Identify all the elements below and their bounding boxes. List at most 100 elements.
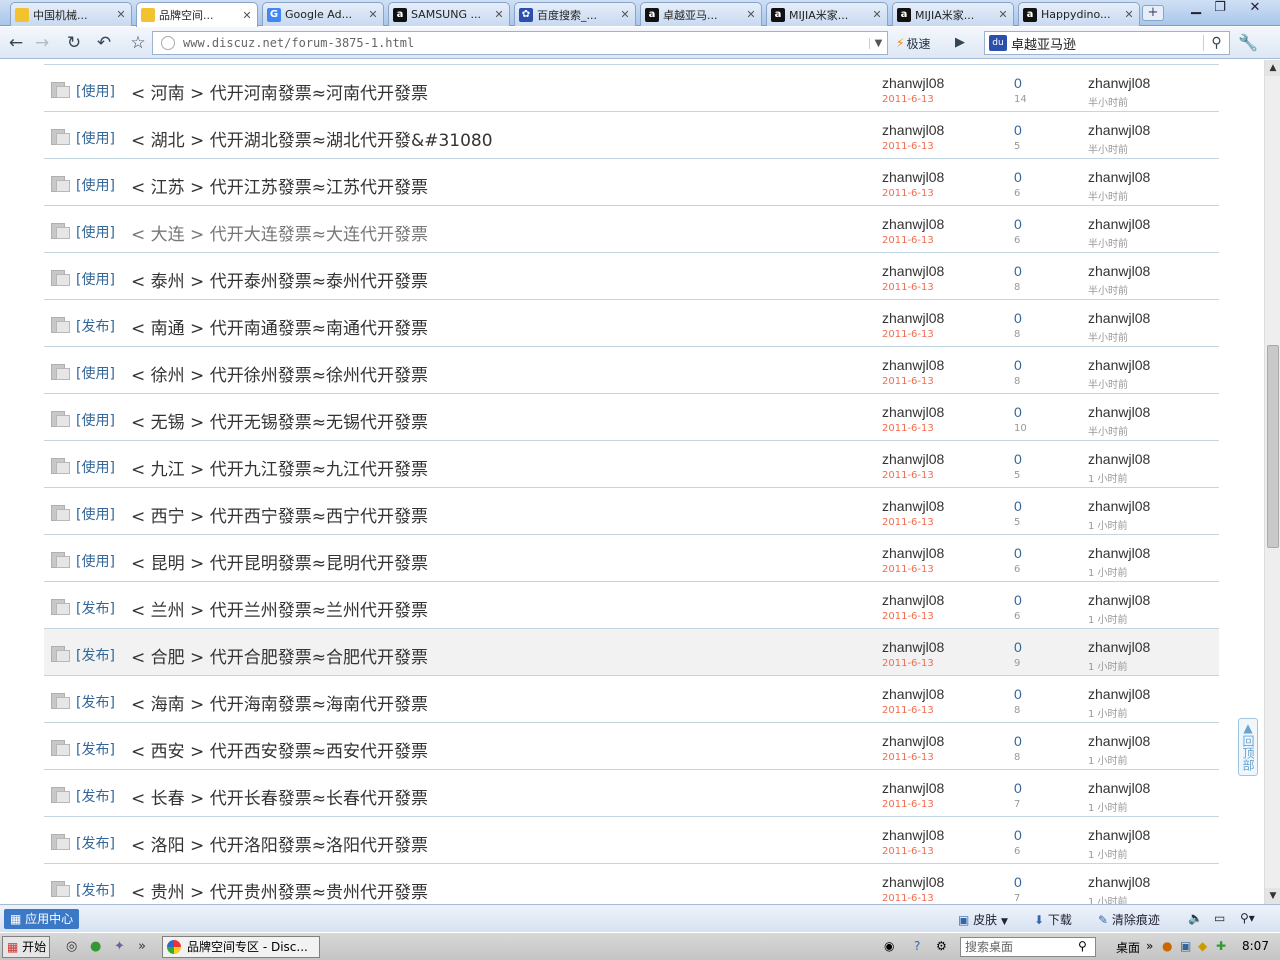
last-post-time-link[interactable]: 半小时前 [1088, 188, 1128, 203]
thread-author-link[interactable]: zhanwjl08 [882, 545, 944, 561]
last-post-author-link[interactable]: zhanwjl08 [1088, 451, 1150, 467]
thread-type-link[interactable]: [发布] [76, 880, 115, 900]
back-arrow-icon[interactable]: ← [4, 32, 28, 54]
tray-chevron-icon[interactable]: » [1146, 939, 1153, 953]
wrench-icon[interactable]: 🔧 [1238, 33, 1258, 52]
folder-icon[interactable] [51, 411, 71, 427]
folder-icon[interactable] [51, 82, 71, 98]
folder-icon[interactable] [51, 834, 71, 850]
qq-icon[interactable]: ● [1162, 939, 1172, 953]
thread-author-link[interactable]: zhanwjl08 [882, 404, 944, 420]
undo-icon[interactable]: ↶ [92, 32, 116, 54]
reply-count[interactable]: 0 [1014, 75, 1022, 91]
thread-author-link[interactable]: zhanwjl08 [882, 216, 944, 232]
thread-author-link[interactable]: zhanwjl08 [882, 310, 944, 326]
thread-subject-link[interactable]: < 贵州 > 代开贵州發票≈贵州代开發票 [131, 878, 428, 903]
last-post-author-link[interactable]: zhanwjl08 [1088, 122, 1150, 138]
zoom-icon[interactable]: ⚲▾ [1240, 911, 1255, 925]
volume-icon[interactable]: 🔈 [1188, 911, 1203, 925]
play-icon[interactable]: ▶ [948, 32, 972, 54]
tools-icon[interactable]: ✦ [114, 939, 125, 954]
browser-icon[interactable]: ● [90, 939, 101, 954]
address-url[interactable]: www.discuz.net/forum-3875-1.html [183, 36, 869, 50]
reply-count[interactable]: 0 [1014, 874, 1022, 890]
reply-count[interactable]: 0 [1014, 263, 1022, 279]
thread-author-link[interactable]: zhanwjl08 [882, 686, 944, 702]
thread-subject-link[interactable]: < 西宁 > 代开西宁發票≈西宁代开發票 [131, 502, 428, 527]
app-center-button[interactable]: ▦ 应用中心 [4, 909, 80, 929]
folder-icon[interactable] [51, 881, 71, 897]
tab-8[interactable]: a Happydino... ✕ [1018, 2, 1140, 26]
thread-type-link[interactable]: [发布] [76, 692, 115, 712]
search-icon[interactable]: ⚲ [1203, 35, 1229, 51]
thread-type-link[interactable]: [发布] [76, 598, 115, 618]
folder-icon[interactable] [51, 693, 71, 709]
reply-count[interactable]: 0 [1014, 827, 1022, 843]
reply-count[interactable]: 0 [1014, 686, 1022, 702]
last-post-author-link[interactable]: zhanwjl08 [1088, 874, 1150, 890]
thread-author-link[interactable]: zhanwjl08 [882, 874, 944, 890]
last-post-time-link[interactable]: 1 小时前 [1088, 470, 1128, 485]
forward-arrow-icon[interactable]: → [30, 32, 54, 54]
last-post-time-link[interactable]: 半小时前 [1088, 423, 1128, 438]
thread-subject-link[interactable]: < 湖北 > 代开湖北發票≈湖北代开發&#31080 [131, 126, 493, 151]
folder-icon[interactable] [51, 176, 71, 192]
thread-author-link[interactable]: zhanwjl08 [882, 451, 944, 467]
tray-tool-icon[interactable]: ⚙ [936, 939, 947, 953]
skin-button[interactable]: ▣ 皮肤 ▼ [958, 911, 1008, 928]
vertical-scrollbar[interactable]: ▲ ▼ [1264, 60, 1280, 904]
speed-mode-button[interactable]: ⚡ 极速 [892, 33, 934, 53]
tab-close-icon[interactable]: ✕ [1123, 8, 1135, 21]
reply-count[interactable]: 0 [1014, 639, 1022, 655]
thread-type-link[interactable]: [使用] [76, 175, 115, 195]
reply-count[interactable]: 0 [1014, 122, 1022, 138]
tab-7[interactable]: a MIJIA米家... ✕ [892, 2, 1014, 26]
tab-4[interactable]: ✿ 百度搜索_... ✕ [514, 2, 636, 26]
thread-type-link[interactable]: [使用] [76, 363, 115, 383]
thread-subject-link[interactable]: < 长春 > 代开长春發票≈长春代开發票 [131, 784, 428, 809]
last-post-time-link[interactable]: 半小时前 [1088, 376, 1128, 391]
new-tab-button[interactable]: + [1142, 5, 1164, 21]
download-button[interactable]: ⬇ 下载 [1034, 911, 1072, 928]
last-post-author-link[interactable]: zhanwjl08 [1088, 404, 1150, 420]
thread-type-link[interactable]: [发布] [76, 786, 115, 806]
last-post-time-link[interactable]: 1 小时前 [1088, 846, 1128, 861]
thread-subject-link[interactable]: < 西安 > 代开西安發票≈西安代开發票 [131, 737, 428, 762]
last-post-author-link[interactable]: zhanwjl08 [1088, 75, 1150, 91]
last-post-time-link[interactable]: 半小时前 [1088, 235, 1128, 250]
thread-type-link[interactable]: [使用] [76, 504, 115, 524]
tab-5[interactable]: a 卓越亚马... ✕ [640, 2, 762, 26]
search-box[interactable]: du 卓越亚马逊 ⚲ [984, 31, 1230, 55]
thread-subject-link[interactable]: < 无锡 > 代开无锡發票≈无锡代开發票 [131, 408, 428, 433]
reply-count[interactable]: 0 [1014, 545, 1022, 561]
folder-icon[interactable] [51, 552, 71, 568]
last-post-author-link[interactable]: zhanwjl08 [1088, 169, 1150, 185]
folder-icon[interactable] [51, 129, 71, 145]
desktop-search-input[interactable]: 搜索桌面 [960, 937, 1096, 957]
address-bar[interactable]: www.discuz.net/forum-3875-1.html ▼ [152, 31, 888, 55]
start-button[interactable]: ▦ 开始 [2, 936, 50, 958]
last-post-author-link[interactable]: zhanwjl08 [1088, 827, 1150, 843]
more-chevron-icon[interactable]: » [138, 939, 146, 954]
reply-count[interactable]: 0 [1014, 451, 1022, 467]
last-post-author-link[interactable]: zhanwjl08 [1088, 216, 1150, 232]
folder-icon[interactable] [51, 458, 71, 474]
thread-type-link[interactable]: [发布] [76, 833, 115, 853]
help-icon[interactable]: ? [914, 939, 920, 953]
reply-count[interactable]: 0 [1014, 404, 1022, 420]
tab-close-icon[interactable]: ✕ [493, 8, 505, 21]
thread-subject-link[interactable]: < 南通 > 代开南通發票≈南通代开發票 [131, 314, 428, 339]
tab-1[interactable]: 品牌空间... ✕ [136, 2, 258, 27]
last-post-author-link[interactable]: zhanwjl08 [1088, 639, 1150, 655]
last-post-author-link[interactable]: zhanwjl08 [1088, 545, 1150, 561]
monitor-icon[interactable]: ▭ [1214, 911, 1225, 925]
thread-author-link[interactable]: zhanwjl08 [882, 75, 944, 91]
reply-count[interactable]: 0 [1014, 169, 1022, 185]
thread-type-link[interactable]: [使用] [76, 551, 115, 571]
desktop-label[interactable]: 桌面 [1116, 939, 1140, 956]
thread-type-link[interactable]: [使用] [76, 269, 115, 289]
reply-count[interactable]: 0 [1014, 310, 1022, 326]
taskbar-window-item[interactable]: 品牌空间专区 - Disc... [162, 936, 320, 958]
tab-0[interactable]: 中国机械... ✕ [10, 2, 132, 26]
thread-author-link[interactable]: zhanwjl08 [882, 498, 944, 514]
